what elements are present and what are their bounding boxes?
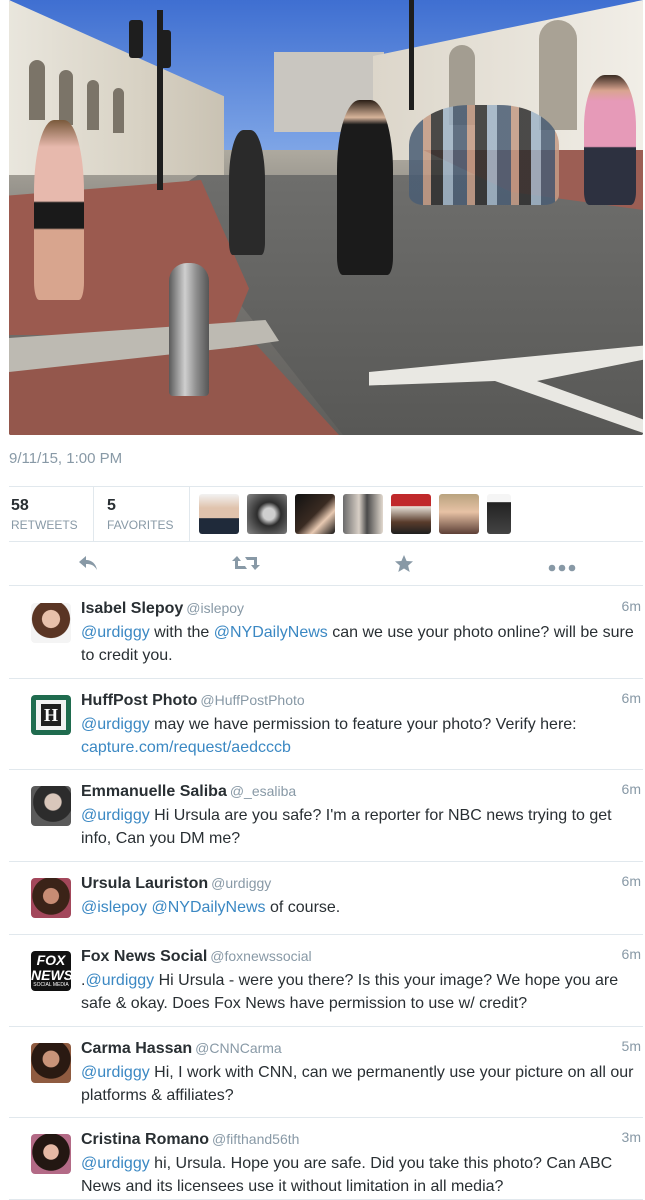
reply-item[interactable]: Ursula Lauriston @urdiggy @islepoy @NYDail…: [9, 862, 643, 935]
reply-author-name[interactable]: Fox News Social: [81, 948, 207, 965]
reply-time[interactable]: 6m: [622, 873, 641, 889]
avatar[interactable]: FOX NEWS SOCIAL MEDIA: [31, 951, 71, 991]
reply-item[interactable]: Isabel Slepoy @islepoy @urdiggy with the @…: [9, 587, 643, 679]
more-dots-icon[interactable]: [547, 554, 577, 578]
engager-avatar[interactable]: [343, 494, 383, 534]
mention-link[interactable]: @islepoy: [81, 899, 147, 916]
mention-link[interactable]: @urdiggy: [81, 716, 150, 733]
reply-time[interactable]: 6m: [622, 690, 641, 706]
reply-time[interactable]: 5m: [622, 1038, 641, 1054]
reply-author-name[interactable]: Cristina Romano: [81, 1131, 209, 1148]
favorites-stat[interactable]: 5 FAVORITES: [94, 487, 190, 541]
retweets-label: RETWEETS: [11, 518, 78, 532]
engager-avatar[interactable]: [391, 494, 431, 534]
mention-link[interactable]: @urdiggy: [85, 972, 154, 989]
reply-author-handle[interactable]: @foxnewssocial: [210, 948, 311, 964]
mention-link[interactable]: @urdiggy: [81, 1064, 150, 1081]
avatar[interactable]: H: [31, 695, 71, 735]
engager-avatar[interactable]: [295, 494, 335, 534]
photo-person: [337, 100, 393, 275]
reply-item[interactable]: Cristina Romano @fifthand56th @urdiggy hi,…: [9, 1118, 643, 1200]
reply-author-name[interactable]: Carma Hassan: [81, 1040, 192, 1057]
photo-arch: [539, 20, 577, 130]
reply-author-handle[interactable]: @urdiggy: [211, 875, 271, 891]
reply-text-segment: of course.: [265, 899, 341, 916]
avatar[interactable]: [31, 1043, 71, 1083]
reply-text: @urdiggy Hi Ursula are you safe? I'm a r…: [81, 804, 643, 850]
reply-author-name[interactable]: Isabel Slepoy: [81, 600, 183, 617]
avatar[interactable]: [31, 878, 71, 918]
avatar[interactable]: [31, 603, 71, 643]
reply-item[interactable]: FOX NEWS SOCIAL MEDIA Fox News Social @foxne…: [9, 935, 643, 1027]
mention-link[interactable]: @NYDailyNews: [152, 899, 266, 916]
tweet-photo[interactable]: [9, 0, 643, 435]
reply-author-name[interactable]: Emmanuelle Saliba: [81, 783, 227, 800]
avatar[interactable]: [31, 1134, 71, 1174]
reply-author-handle[interactable]: @_esaliba: [230, 783, 296, 799]
photo-person: [584, 75, 636, 205]
reply-text-segment: Hi, I work with CNN, can we permanently …: [81, 1064, 634, 1104]
reply-author-name[interactable]: HuffPost Photo: [81, 692, 197, 709]
reply-text-segment: Hi Ursula - were you there? Is this your…: [81, 972, 619, 1012]
reply-text: @urdiggy with the @NYDailyNews can we us…: [81, 621, 643, 667]
engager-avatars: [190, 494, 511, 534]
reply-text: @islepoy @NYDailyNews of course.: [81, 896, 643, 919]
reply-text: @urdiggy hi, Ursula. Hope you are safe. …: [81, 1152, 643, 1198]
reply-author-handle[interactable]: @islepoy: [186, 600, 244, 616]
mention-link[interactable]: @urdiggy: [81, 807, 150, 824]
tweet-stats: 58 RETWEETS 5 FAVORITES: [9, 486, 643, 542]
reply-text: .@urdiggy Hi Ursula - were you there? Is…: [81, 969, 643, 1015]
mention-link[interactable]: @urdiggy: [81, 624, 150, 641]
reply-time[interactable]: 6m: [622, 781, 641, 797]
favorites-count: 5: [107, 497, 116, 514]
reply-text: @urdiggy may we have permission to featu…: [81, 713, 643, 759]
url-link[interactable]: capture.com/request/aedcccb: [81, 739, 291, 756]
favorites-label: FAVORITES: [107, 518, 174, 532]
reply-time[interactable]: 6m: [622, 946, 641, 962]
tweet-actions: [9, 548, 643, 586]
photo-arch: [59, 70, 73, 125]
avatar[interactable]: [31, 786, 71, 826]
mention-link[interactable]: @urdiggy: [81, 1155, 150, 1172]
reply-text: @urdiggy Hi, I work with CNN, can we per…: [81, 1061, 643, 1107]
engager-avatar[interactable]: [247, 494, 287, 534]
star-icon[interactable]: [391, 554, 417, 578]
photo-arch: [113, 88, 124, 133]
reply-item[interactable]: H HuffPost Photo @HuffPostPhoto @urdiggy ma…: [9, 679, 643, 770]
retweets-stat[interactable]: 58 RETWEETS: [9, 487, 94, 541]
reply-text-segment: may we have permission to feature your p…: [149, 716, 577, 733]
engager-avatar[interactable]: [199, 494, 239, 534]
reply-text-segment: with the: [149, 624, 214, 641]
reply-author-handle[interactable]: @CNNCarma: [195, 1040, 282, 1056]
photo-crowd: [409, 105, 559, 205]
retweets-count: 58: [11, 497, 29, 514]
reply-icon[interactable]: [75, 554, 101, 578]
reply-item[interactable]: Carma Hassan @CNNCarma @urdiggy Hi, I work…: [9, 1027, 643, 1118]
reply-time[interactable]: 6m: [622, 598, 641, 614]
photo-bollard: [169, 263, 209, 396]
retweet-icon[interactable]: [231, 554, 261, 578]
photo-lamp-post: [409, 0, 414, 110]
mention-link[interactable]: @NYDailyNews: [214, 624, 328, 641]
photo-person: [229, 130, 265, 255]
engager-avatar[interactable]: [439, 494, 479, 534]
reply-author-handle[interactable]: @fifthand56th: [212, 1131, 299, 1147]
reply-text-segment: Hi Ursula are you safe? I'm a reporter f…: [81, 807, 612, 847]
reply-text-segment: hi, Ursula. Hope you are safe. Did you t…: [81, 1155, 613, 1195]
photo-arch: [87, 80, 99, 130]
photo-traffic-light: [157, 30, 171, 68]
photo-traffic-light: [129, 20, 143, 58]
engager-avatar[interactable]: [487, 494, 511, 534]
photo-arch: [29, 60, 45, 120]
reply-time[interactable]: 3m: [622, 1129, 641, 1145]
reply-author-name[interactable]: Ursula Lauriston: [81, 875, 208, 892]
reply-author-handle[interactable]: @HuffPostPhoto: [200, 692, 304, 708]
reply-item[interactable]: Emmanuelle Saliba @_esaliba @urdiggy Hi Ur…: [9, 770, 643, 862]
photo-person: [34, 120, 84, 300]
tweet-timestamp[interactable]: 9/11/15, 1:00 PM: [9, 450, 122, 467]
